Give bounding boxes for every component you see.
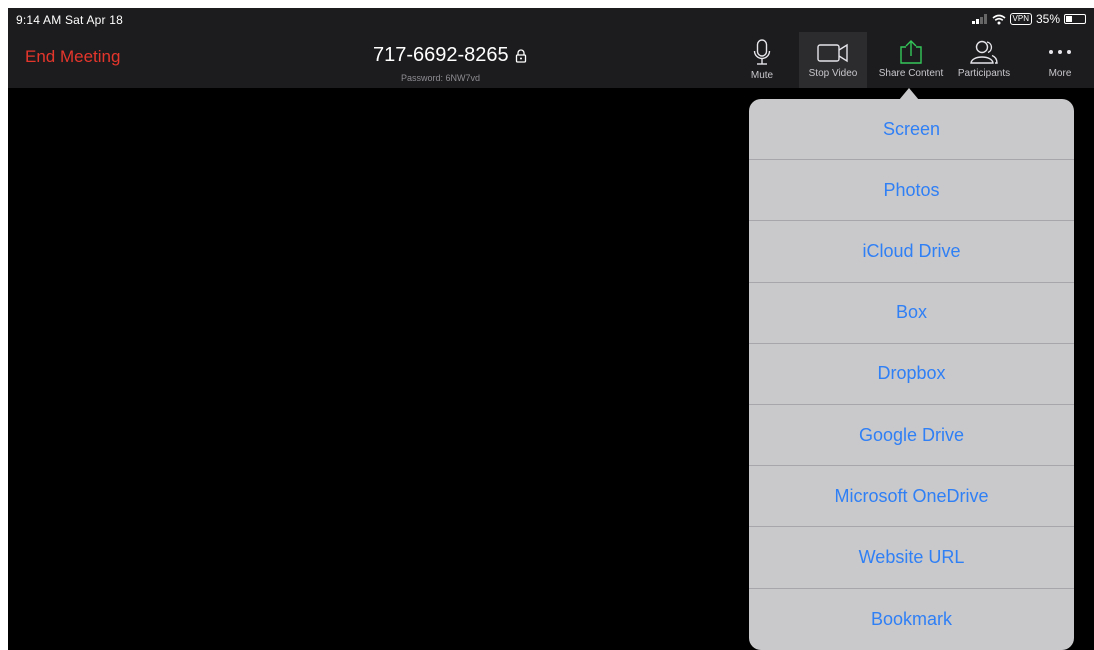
menu-item-website-url[interactable]: Website URL	[749, 527, 1074, 589]
vpn-badge: VPN	[1009, 13, 1032, 25]
more-dots-icon	[1049, 50, 1071, 54]
share-content-label: Share Content	[878, 68, 944, 79]
wifi-icon	[992, 14, 1006, 24]
battery-icon	[1064, 14, 1086, 24]
signal-icon	[971, 14, 987, 24]
zoom-meeting-screen: 9:14 AM Sat Apr 18 VPN 35% End Meeting 7	[8, 8, 1094, 650]
meeting-toolbar: End Meeting 717-6692-8265 Password: 6NW7…	[8, 32, 1094, 88]
stop-video-button[interactable]: Stop Video	[799, 32, 867, 88]
battery-level	[1066, 16, 1072, 22]
video-camera-icon	[817, 43, 848, 63]
status-time: 9:14 AM Sat Apr 18	[16, 13, 124, 27]
menu-item-box[interactable]: Box	[749, 283, 1074, 344]
participants-icon	[970, 40, 998, 64]
participants-label: Participants	[957, 68, 1011, 79]
menu-item-bookmark[interactable]: Bookmark	[749, 589, 1074, 650]
lock-icon	[515, 48, 526, 63]
participants-button[interactable]: Participants	[952, 32, 1016, 88]
menu-item-screen[interactable]: Screen	[749, 99, 1074, 161]
more-label: More	[1048, 68, 1072, 79]
meeting-password: Password: 6NW7vd	[401, 73, 481, 83]
menu-item-google-drive[interactable]: Google Drive	[749, 405, 1074, 467]
meeting-id[interactable]: 717-6692-8265	[373, 44, 527, 67]
status-bar: 9:14 AM Sat Apr 18 VPN 35%	[8, 8, 1094, 32]
share-content-button[interactable]: Share Content	[873, 32, 949, 88]
microphone-icon	[753, 39, 771, 65]
end-meeting-button[interactable]: End Meeting	[25, 47, 120, 67]
meeting-id-text: 717-6692-8265	[373, 44, 509, 66]
menu-item-microsoft-onedrive[interactable]: Microsoft OneDrive	[749, 466, 1074, 528]
share-upload-icon	[900, 40, 922, 64]
stop-video-label: Stop Video	[808, 68, 858, 79]
menu-item-photos[interactable]: Photos	[749, 160, 1074, 222]
menu-item-icloud-drive[interactable]: iCloud Drive	[749, 221, 1074, 283]
mute-label: Mute	[750, 70, 774, 81]
status-indicators: VPN 35%	[971, 12, 1086, 26]
battery-percent: 35%	[1035, 12, 1060, 26]
mute-button[interactable]: Mute	[743, 32, 781, 88]
share-content-menu: Screen Photos iCloud Drive Box Dropbox G…	[749, 99, 1074, 650]
menu-item-dropbox[interactable]: Dropbox	[749, 344, 1074, 405]
more-button[interactable]: More	[1038, 32, 1082, 88]
